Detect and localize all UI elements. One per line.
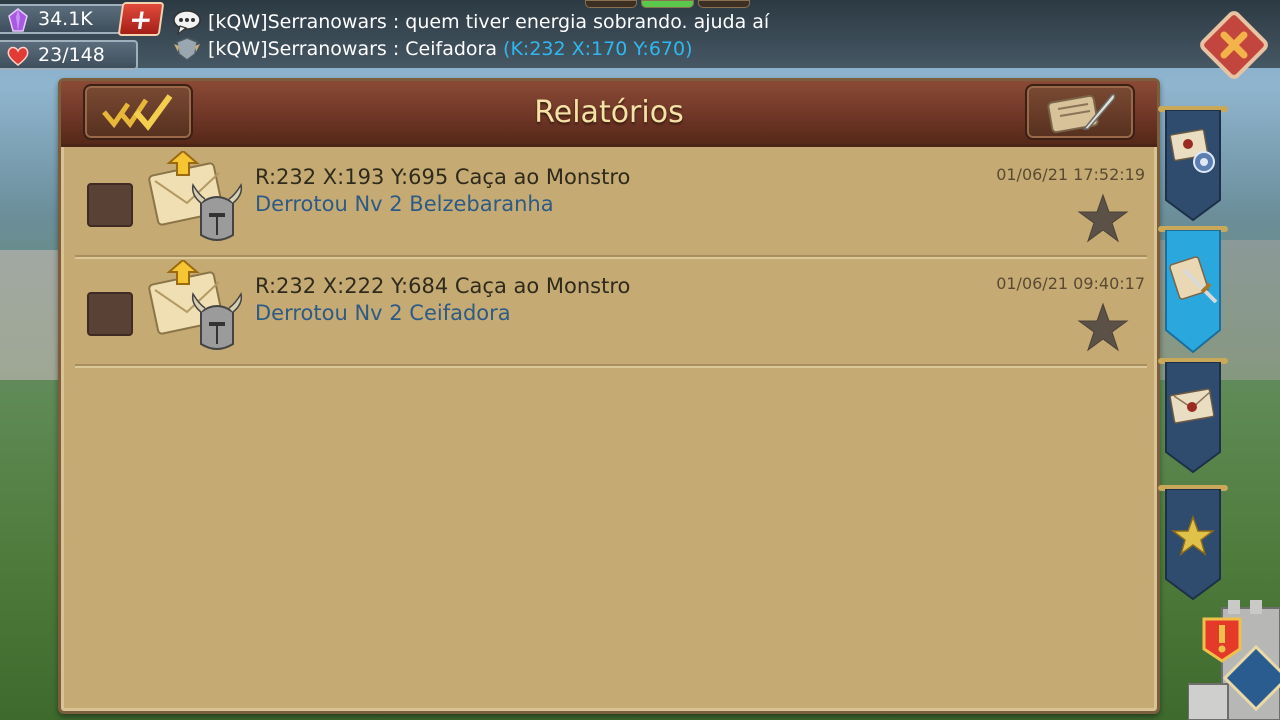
chat-message[interactable]: [kQW]Serranowars : Ceifadora (K:232 X:17… — [172, 37, 693, 61]
reports-panel: Relatórios R:232 X:193 Y:695 Caça ao Mon… — [58, 78, 1160, 714]
heart-icon — [7, 46, 29, 66]
report-row[interactable]: R:232 X:222 Y:684 Caça ao Monstro Derrot… — [75, 258, 1147, 368]
page-indicator — [585, 0, 750, 10]
mail-helmet-icon — [148, 151, 243, 241]
plus-icon: + — [126, 2, 156, 36]
chat-coordinates-link[interactable]: (K:232 X:170 Y:670) — [503, 38, 692, 60]
scroll-quill-icon — [1047, 93, 1116, 134]
report-subtitle: Derrotou Nv 2 Ceifadora — [255, 301, 511, 325]
report-title: R:232 X:193 Y:695 Caça ao Monstro — [255, 165, 631, 189]
chat-text-main: [kQW]Serranowars : Ceifadora — [208, 38, 497, 60]
page-dot — [697, 0, 750, 8]
energy-counter[interactable]: 23/148 — [0, 40, 138, 70]
top-bar: 34.1K + 23/148 [kQW]Serranowars : quem t… — [0, 0, 1280, 70]
report-row[interactable]: R:232 X:193 Y:695 Caça ao Monstro Derrot… — [75, 149, 1147, 259]
report-checkbox[interactable] — [87, 292, 133, 336]
tab-mail[interactable] — [1158, 358, 1228, 476]
panel-title: Relatórios — [534, 95, 684, 130]
chat-message[interactable]: [kQW]Serranowars : quem tiver energia so… — [172, 10, 770, 35]
tab-reports[interactable] — [1158, 226, 1228, 356]
report-date: 01/06/21 17:52:19 — [996, 165, 1145, 184]
energy-value: 23/148 — [38, 44, 105, 66]
panel-header: Relatórios — [61, 81, 1157, 147]
page-dot-active — [641, 0, 694, 8]
background-wall — [0, 250, 60, 380]
add-gems-button[interactable]: + — [117, 2, 165, 36]
guild-crest-icon — [174, 37, 200, 61]
close-button[interactable] — [1197, 8, 1271, 82]
chat-text: [kQW]Serranowars : Ceifadora (K:232 X:17… — [208, 38, 693, 60]
report-checkbox[interactable] — [87, 183, 133, 227]
tab-favorites[interactable] — [1158, 485, 1228, 603]
report-subtitle: Derrotou Nv 2 Belzebaranha — [255, 192, 554, 216]
gem-icon — [8, 8, 28, 32]
page-dot — [585, 0, 638, 8]
star-icon[interactable] — [1077, 193, 1129, 243]
gems-counter[interactable]: 34.1K — [0, 4, 130, 34]
report-title: R:232 X:222 Y:684 Caça ao Monstro — [255, 274, 631, 298]
report-date: 01/06/21 09:40:17 — [996, 274, 1145, 293]
alert-icon[interactable] — [1200, 615, 1244, 665]
chat-bubble-icon — [173, 10, 201, 35]
mail-helmet-icon — [148, 260, 243, 350]
mail-seal-icon — [1169, 388, 1215, 424]
gems-value: 34.1K — [38, 8, 93, 30]
star-icon[interactable] — [1077, 302, 1129, 352]
chat-text: [kQW]Serranowars : quem tiver energia so… — [208, 11, 770, 33]
compose-button[interactable] — [1025, 84, 1135, 140]
tab-mail-settings[interactable] — [1158, 106, 1228, 224]
